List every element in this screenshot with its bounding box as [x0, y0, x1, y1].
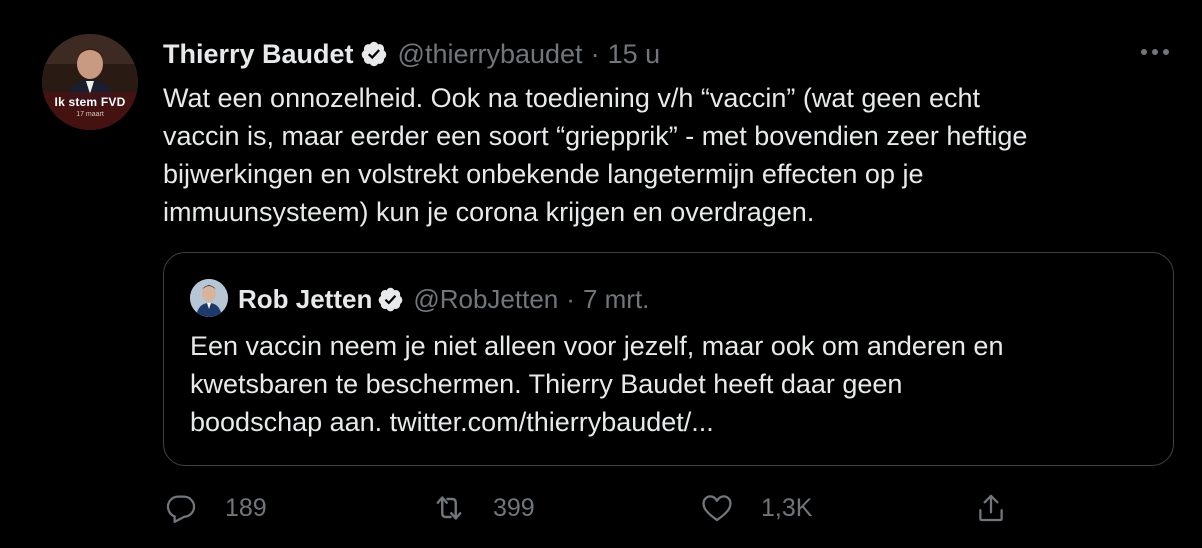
quoted-tweet-text: Een vaccin neem je niet alleen voor jeze…	[190, 327, 1150, 441]
retweet-count: 399	[493, 493, 535, 522]
share-icon	[973, 490, 1009, 526]
tweet-header: Thierry Baudet @thierrybaudet · 15 u	[163, 36, 660, 72]
tweet-text-line: bijwerkingen en volstrekt onbekende lang…	[163, 159, 924, 189]
author-handle[interactable]: @thierrybaudet	[398, 39, 583, 70]
retweet-icon	[431, 490, 467, 526]
quoted-verified-badge-icon	[377, 286, 404, 313]
reply-count: 189	[225, 493, 267, 522]
tweet-actions: 189 399 1,3K	[163, 488, 1023, 528]
tweet-text-line: vaccin is, maar eerder een soort “griepp…	[163, 121, 1028, 151]
header-separator: ·	[590, 38, 600, 69]
tweet-card[interactable]: Ik stem FVD 17 maart Thierry Baudet @thi…	[0, 0, 1202, 548]
heart-icon	[699, 490, 735, 526]
retweet-button[interactable]: 399	[431, 488, 535, 528]
avatar-badge-text: Ik stem FVD	[54, 95, 126, 109]
more-options-button[interactable]	[1138, 40, 1172, 64]
tweet-text: Wat een onnozelheid. Ook na toediening v…	[163, 79, 1173, 231]
quoted-tweet[interactable]: Rob Jetten @RobJetten · 7 mrt. Een vacci…	[163, 252, 1174, 466]
author-name[interactable]: Thierry Baudet	[163, 39, 354, 70]
verified-badge-icon	[360, 40, 388, 68]
quoted-header-separator: ·	[566, 283, 575, 314]
author-avatar[interactable]: Ik stem FVD 17 maart	[42, 34, 138, 130]
like-button[interactable]: 1,3K	[699, 488, 812, 528]
quoted-author-name: Rob Jetten	[238, 283, 373, 314]
quoted-tweet-header: Rob Jetten @RobJetten · 7 mrt.	[238, 281, 649, 317]
more-horizontal-icon	[1141, 49, 1169, 55]
tweet-text-line: Wat een onnozelheid. Ook na toediening v…	[163, 83, 980, 113]
like-count: 1,3K	[761, 493, 813, 522]
avatar-badge-subtext: 17 maart	[76, 111, 104, 118]
tweet-timestamp[interactable]: 15 u	[608, 39, 661, 70]
quoted-author-handle: @RobJetten	[413, 283, 559, 314]
reply-icon	[163, 490, 199, 526]
quoted-author-avatar	[190, 279, 228, 317]
quoted-tweet-timestamp: 7 mrt.	[582, 283, 650, 314]
tweet-text-line: immuunsysteem) kun je corona krijgen en …	[163, 197, 815, 227]
reply-button[interactable]: 189	[163, 488, 267, 528]
quoted-text-line: boodschap aan. twitter.com/thierrybaudet…	[190, 407, 714, 437]
quoted-text-line: Een vaccin neem je niet alleen voor jeze…	[190, 331, 1004, 361]
quoted-text-line: kwetsbaren te beschermen. Thierry Baudet…	[190, 369, 903, 399]
share-button[interactable]	[973, 488, 1009, 528]
